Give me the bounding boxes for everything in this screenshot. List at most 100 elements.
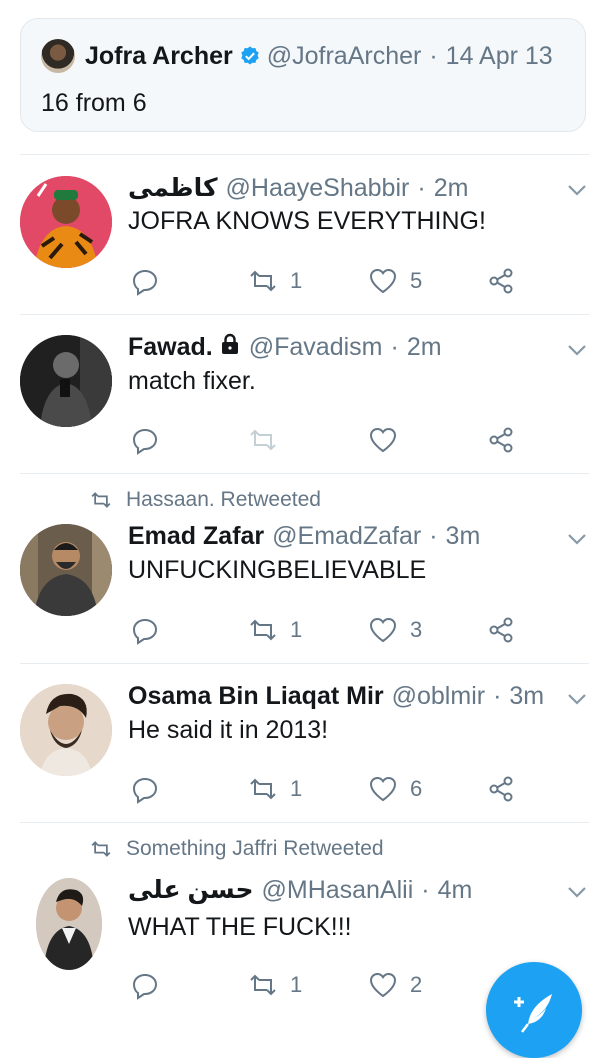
like-icon [369,427,397,453]
avatar[interactable] [20,335,112,427]
reply-button[interactable] [130,261,160,301]
reply-icon [132,618,158,645]
share-icon [489,427,513,453]
quoted-separator: · [429,41,438,70]
quoted-author-handle: @JofraArcher [266,41,422,70]
share-icon [489,776,513,802]
separator: · [390,333,399,361]
chevron-down-icon[interactable] [567,692,587,706]
tweet-header: Emad Zafar @EmadZafar · 3m [128,522,569,551]
avatar[interactable] [36,878,102,970]
like-button[interactable]: 3 [368,610,422,650]
like-count: 2 [410,972,423,997]
retweet-count: 1 [290,972,303,997]
quoted-date: 14 Apr 13 [445,41,553,70]
avatar[interactable] [20,524,112,616]
tweet-actions: 1 3 [128,610,528,650]
author-name[interactable]: Emad Zafar [128,522,264,551]
tweet[interactable]: Osama Bin Liaqat Mir @oblmir · 3m He sai… [0,664,609,822]
like-icon [369,972,397,998]
avatar[interactable] [20,684,112,776]
tweet-time[interactable]: 3m [509,682,544,711]
retweet-button[interactable]: 1 [248,610,302,650]
reply-button[interactable] [130,420,160,460]
compose-tweet-button[interactable] [486,962,582,1058]
tweet-actions: 1 5 [128,261,528,301]
like-icon [369,268,397,294]
tweet-header: Osama Bin Liaqat Mir @oblmir · 3m [128,682,569,711]
share-icon [489,617,513,643]
tweet-time[interactable]: 3m [446,522,481,551]
tweet-time[interactable]: 2m [407,333,442,362]
share-button[interactable] [486,610,516,650]
quoted-tweet-text: 16 from 6 [41,89,147,117]
like-icon [369,617,397,643]
retweet-button[interactable]: 1 [248,261,302,301]
author-name[interactable]: حسن علی [128,875,253,905]
chevron-down-icon[interactable] [567,343,587,357]
tweet[interactable]: Fawad. @Favadism · 2m match fixer. [0,315,609,473]
chevron-down-icon[interactable] [567,532,587,546]
quoted-tweet-header: Jofra Archer @JofraArcher · 14 Apr 13 [41,39,553,73]
tweet-header: حسن علی @MHasanAlii · 4m [128,875,569,905]
retweet-count: 1 [290,776,303,801]
share-button[interactable] [486,261,516,301]
like-button[interactable]: 5 [368,261,422,301]
like-count: 6 [410,776,423,801]
tweet-time[interactable]: 2m [434,174,469,203]
tweet-text: match fixer. [128,367,256,395]
retweet-button-disabled [248,420,278,460]
retweet-context[interactable]: Hassaan. Retweeted [90,488,321,512]
avatar[interactable] [20,176,112,268]
reply-icon [132,973,158,1000]
reply-icon [132,269,158,296]
tweet-actions: 1 2 [128,965,528,1005]
like-button[interactable] [368,420,398,460]
share-button[interactable] [486,769,516,809]
reply-icon [132,428,158,455]
tweet-header: Fawad. @Favadism · 2m [128,333,569,362]
reply-button[interactable] [130,965,160,1005]
retweet-button[interactable]: 1 [248,965,302,1005]
tweet-actions [128,420,528,460]
retweeted-by-label: Something Jaffri Retweeted [126,837,384,860]
reply-button[interactable] [130,610,160,650]
like-button[interactable]: 6 [368,769,422,809]
reply-button[interactable] [130,769,160,809]
tweet[interactable]: كاظمی @HaayeShabbir · 2m JOFRA KNOWS EVE… [0,155,609,314]
retweet-button[interactable]: 1 [248,769,302,809]
tweet-text: He said it in 2013! [128,716,329,744]
chevron-down-icon[interactable] [567,183,587,197]
author-name[interactable]: كاظمی [128,173,218,203]
retweet-icon [250,270,276,292]
tweet-text: JOFRA KNOWS EVERYTHING! [128,207,486,235]
author-handle[interactable]: @oblmir [392,682,485,711]
retweet-context[interactable]: Something Jaffri Retweeted [90,837,384,861]
tweet-time[interactable]: 4m [438,876,473,905]
author-handle[interactable]: @Favadism [249,333,383,362]
author-handle[interactable]: @HaayeShabbir [226,174,410,203]
retweeted-by-label: Hassaan. Retweeted [126,488,321,511]
retweet-icon [250,974,276,996]
share-icon [489,268,513,294]
like-count: 5 [410,268,423,293]
like-count: 3 [410,617,423,642]
chevron-down-icon[interactable] [567,885,587,899]
separator: · [417,174,426,202]
retweet-icon [250,619,276,641]
quoted-author-name: Jofra Archer [85,41,233,70]
compose-icon [514,994,552,1033]
author-handle[interactable]: @MHasanAlii [261,876,413,905]
author-handle[interactable]: @EmadZafar [272,522,421,551]
like-button[interactable]: 2 [368,965,422,1005]
quoted-tweet-card[interactable]: Jofra Archer @JofraArcher · 14 Apr 13 16… [20,18,586,132]
share-button[interactable] [486,420,516,460]
tweet[interactable]: Hassaan. Retweeted Emad Zafar @EmadZafar… [0,474,609,663]
author-name[interactable]: Osama Bin Liaqat Mir [128,682,384,711]
retweet-icon [91,841,111,857]
tweet-header: كاظمی @HaayeShabbir · 2m [128,173,569,203]
separator: · [421,876,430,904]
retweet-icon [91,492,111,508]
author-name[interactable]: Fawad. [128,333,213,362]
reply-icon [132,777,158,804]
